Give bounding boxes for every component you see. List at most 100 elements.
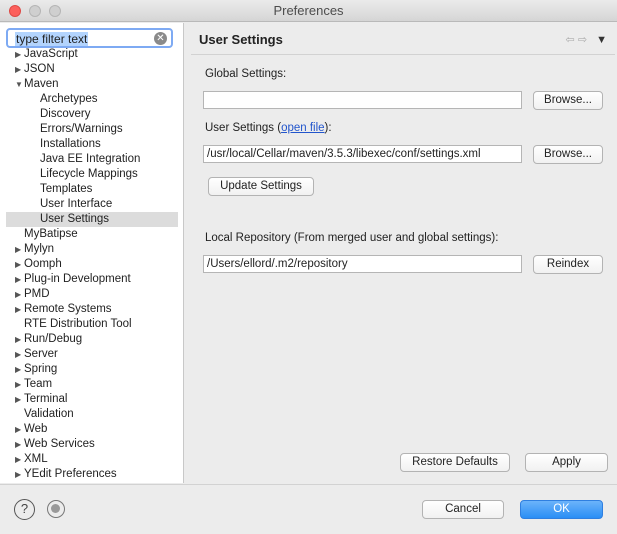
- collapsed-arrow-icon[interactable]: ▶: [15, 257, 23, 272]
- tree-item[interactable]: User Interface: [0, 197, 183, 212]
- preferences-tree: ▶ JavaScript ▶ JSON ▼ Maven Archetypes Discover…: [0, 47, 183, 482]
- local-repository-label: Local Repository (From merged user and g…: [205, 232, 499, 244]
- tree-item-label: Server: [24, 348, 58, 360]
- global-settings-field[interactable]: [203, 91, 522, 109]
- tree-item-label: YEdit Preferences: [24, 468, 117, 480]
- open-file-link[interactable]: open file: [281, 122, 324, 134]
- collapsed-arrow-icon[interactable]: ▶: [15, 62, 23, 77]
- tree-item-label: Plug-in Development: [24, 273, 131, 285]
- minimize-window-icon[interactable]: [29, 5, 41, 17]
- tree-item-label: RTE Distribution Tool: [24, 318, 132, 330]
- tree-item-label: Team: [24, 378, 53, 390]
- reindex-button[interactable]: Reindex: [533, 255, 603, 274]
- tree-item[interactable]: ▶ Run/Debug: [0, 332, 183, 347]
- tree-item-label: Web: [24, 423, 48, 435]
- tree-item[interactable]: MyBatipse: [0, 227, 183, 242]
- collapsed-arrow-icon[interactable]: ▶: [15, 242, 23, 257]
- tree-item[interactable]: Installations: [0, 137, 183, 152]
- tree-item[interactable]: ▶ JavaScript: [0, 47, 183, 62]
- collapsed-arrow-icon[interactable]: ▶: [15, 392, 23, 407]
- tree-item-label: Web Services: [24, 438, 95, 450]
- tree-item-label: Discovery: [40, 108, 91, 120]
- tree-item-label: PMD: [24, 288, 50, 300]
- user-settings-field[interactable]: /usr/local/Cellar/maven/3.5.3/libexec/co…: [203, 145, 522, 163]
- restore-defaults-button[interactable]: Restore Defaults: [400, 453, 510, 472]
- tree-item[interactable]: User Settings: [6, 212, 178, 227]
- maximize-window-icon[interactable]: [49, 5, 61, 17]
- tree-item[interactable]: ▶ Web: [0, 422, 183, 437]
- update-settings-button[interactable]: Update Settings: [208, 177, 314, 196]
- tree-item[interactable]: Archetypes: [0, 92, 183, 107]
- tree-item[interactable]: ▶ XML: [0, 452, 183, 467]
- user-settings-label-text: User Settings (: [205, 122, 282, 134]
- back-arrow-icon[interactable]: ⇦: [566, 34, 575, 46]
- collapsed-arrow-icon[interactable]: ▶: [15, 362, 23, 377]
- tree-item[interactable]: ▶ JSON: [0, 62, 183, 77]
- tree-item[interactable]: ▶ PMD: [0, 287, 183, 302]
- tree-item[interactable]: ▼ Maven: [0, 77, 183, 92]
- tree-item[interactable]: ▶ Oomph: [0, 257, 183, 272]
- filter-input[interactable]: type filter text ✕: [6, 28, 173, 48]
- dialog-footer: ? Cancel OK: [0, 484, 617, 534]
- collapsed-arrow-icon[interactable]: ▶: [15, 452, 23, 467]
- record-icon[interactable]: [47, 500, 65, 518]
- tree-item-label: JSON: [24, 63, 55, 75]
- tree-item-label: Java EE Integration: [40, 153, 141, 165]
- tree-item[interactable]: ▶ Web Services: [0, 437, 183, 452]
- tree-item-label: Run/Debug: [24, 333, 83, 345]
- collapsed-arrow-icon[interactable]: ▶: [15, 302, 23, 317]
- tree-item-label: User Settings: [40, 213, 110, 225]
- tree-item[interactable]: ▶ Remote Systems: [0, 302, 183, 317]
- tree-item-label: Validation: [24, 408, 74, 420]
- collapsed-arrow-icon[interactable]: ▶: [15, 422, 23, 437]
- filter-placeholder: type filter text: [15, 32, 89, 46]
- tree-item-label: Terminal: [24, 393, 68, 405]
- tree-item[interactable]: ▶ Mylyn: [0, 242, 183, 257]
- collapsed-arrow-icon[interactable]: ▶: [15, 47, 23, 62]
- clear-filter-icon[interactable]: ✕: [154, 32, 167, 45]
- tree-item[interactable]: ▶ Plug-in Development: [0, 272, 183, 287]
- page-navigation: ⇦ ⇨ ▼: [566, 33, 607, 46]
- close-window-icon[interactable]: [9, 5, 21, 17]
- help-icon[interactable]: ?: [14, 499, 35, 520]
- tree-item[interactable]: Validation: [0, 407, 183, 422]
- tree-item[interactable]: ▶ Team: [0, 377, 183, 392]
- tree-item[interactable]: Templates: [0, 182, 183, 197]
- expanded-arrow-icon[interactable]: ▼: [15, 77, 23, 92]
- tree-item-label: Mylyn: [24, 243, 55, 255]
- tree-item-label: User Interface: [40, 198, 113, 210]
- tree-item-label: Installations: [40, 138, 101, 150]
- collapsed-arrow-icon[interactable]: ▶: [15, 332, 23, 347]
- collapsed-arrow-icon[interactable]: ▶: [15, 377, 23, 392]
- view-menu-icon[interactable]: ▼: [596, 34, 607, 46]
- tree-item[interactable]: ▶ YEdit Preferences: [0, 467, 183, 482]
- apply-button[interactable]: Apply: [525, 453, 608, 472]
- collapsed-arrow-icon[interactable]: ▶: [15, 467, 23, 482]
- tree-item-label: Templates: [40, 183, 93, 195]
- tree-item[interactable]: Discovery: [0, 107, 183, 122]
- tree-item-label: Spring: [24, 363, 58, 375]
- tree-item[interactable]: Java EE Integration: [0, 152, 183, 167]
- tree-item-label: XML: [24, 453, 48, 465]
- collapsed-arrow-icon[interactable]: ▶: [15, 437, 23, 452]
- tree-item[interactable]: ▶ Terminal: [0, 392, 183, 407]
- local-repository-field[interactable]: /Users/ellord/.m2/repository: [203, 255, 522, 273]
- tree-item-label: Lifecycle Mappings: [40, 168, 138, 180]
- tree-item-label: MyBatipse: [24, 228, 78, 240]
- collapsed-arrow-icon[interactable]: ▶: [15, 272, 23, 287]
- tree-item[interactable]: RTE Distribution Tool: [0, 317, 183, 332]
- title-separator: [191, 54, 615, 55]
- forward-arrow-icon[interactable]: ⇨: [578, 34, 587, 46]
- global-browse-button[interactable]: Browse...: [533, 91, 603, 110]
- collapsed-arrow-icon[interactable]: ▶: [15, 347, 23, 362]
- tree-item[interactable]: Errors/Warnings: [0, 122, 183, 137]
- tree-item[interactable]: ▶ Spring: [0, 362, 183, 377]
- collapsed-arrow-icon[interactable]: ▶: [15, 287, 23, 302]
- cancel-button[interactable]: Cancel: [422, 500, 504, 519]
- tree-item[interactable]: Lifecycle Mappings: [0, 167, 183, 182]
- window-title: Preferences: [273, 3, 344, 18]
- tree-item-label: Oomph: [24, 258, 62, 270]
- user-browse-button[interactable]: Browse...: [533, 145, 603, 164]
- ok-button[interactable]: OK: [520, 500, 603, 519]
- tree-item[interactable]: ▶ Server: [0, 347, 183, 362]
